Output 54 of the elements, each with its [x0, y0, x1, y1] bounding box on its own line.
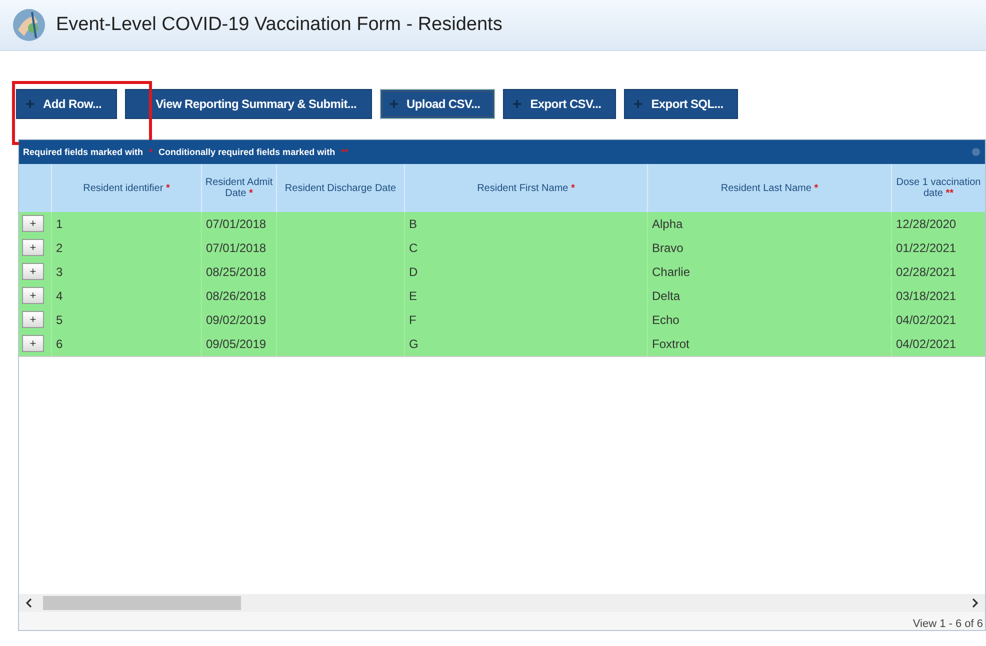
toolbar-button[interactable]: View Reporting Summary & Submit... — [124, 89, 372, 119]
table-cell: 03/18/2021 — [896, 289, 956, 303]
table-cell: 12/28/2020 — [896, 217, 956, 231]
expand-button[interactable]: + — [22, 239, 44, 256]
table-cell: 01/22/2021 — [896, 241, 956, 255]
table-cell: 1 — [56, 217, 63, 231]
pager-text: View 1 - 6 of 6 — [912, 618, 983, 630]
toolbar-button[interactable]: Upload CSV... — [380, 89, 496, 119]
table-cell: Bravo — [652, 241, 684, 255]
expand-button[interactable]: + — [22, 335, 44, 352]
horizontal-scrollbar[interactable] — [19, 594, 985, 612]
table-cell: F — [409, 313, 416, 327]
table-cell: 4 — [56, 289, 63, 303]
table-cell: B — [409, 217, 418, 231]
table-cell: 07/01/2018 — [206, 217, 266, 231]
table-cell: 07/01/2018 — [206, 241, 266, 255]
toolbar-button[interactable]: Export CSV... — [503, 89, 616, 119]
toolbar-button[interactable]: Export SQL... — [624, 89, 738, 119]
table-cell: Echo — [652, 313, 680, 327]
table-cell: 5 — [56, 313, 63, 327]
plus-icon — [633, 99, 644, 109]
table-cell: 3 — [56, 265, 63, 279]
table-cell: 04/02/2021 — [896, 337, 956, 351]
table-cell: 6 — [56, 337, 63, 351]
expand-button[interactable]: + — [22, 263, 44, 280]
table-cell: Foxtrot — [652, 337, 690, 351]
required-marker: ** — [341, 147, 348, 157]
table-cell: D — [409, 265, 418, 279]
window-title: Event-Level COVID-19 Vaccination Form - Residents — [56, 14, 502, 36]
caption-text: Required fields marked with — [23, 147, 144, 157]
logo-icon — [12, 8, 46, 42]
expand-button[interactable]: + — [22, 311, 44, 328]
table-cell: 02/28/2021 — [896, 265, 956, 279]
plus-icon — [512, 99, 522, 109]
caption-text: Conditionally required fields marked with — [158, 147, 336, 157]
expand-button[interactable]: + — [22, 215, 44, 232]
scrollbar-thumb[interactable] — [43, 596, 241, 610]
plus-icon — [388, 99, 399, 109]
table-cell: 09/05/2019 — [206, 337, 266, 351]
required-marker: * — [149, 147, 153, 157]
table-cell: Charlie — [652, 265, 690, 279]
plus-icon — [25, 99, 35, 109]
table-cell: 09/02/2019 — [206, 313, 266, 327]
table-cell: C — [409, 241, 418, 255]
table-cell: E — [409, 289, 418, 303]
toolbar-button[interactable]: Add Row... — [16, 89, 117, 119]
table-cell: Alpha — [652, 217, 683, 231]
table-cell: 08/26/2018 — [206, 289, 266, 303]
table-cell: G — [409, 337, 418, 351]
table-cell: 04/02/2021 — [896, 313, 956, 327]
expand-button[interactable]: + — [22, 287, 44, 304]
table-cell: 08/25/2018 — [206, 265, 266, 279]
table-cell: Delta — [652, 289, 680, 303]
table-cell: 2 — [56, 241, 63, 255]
